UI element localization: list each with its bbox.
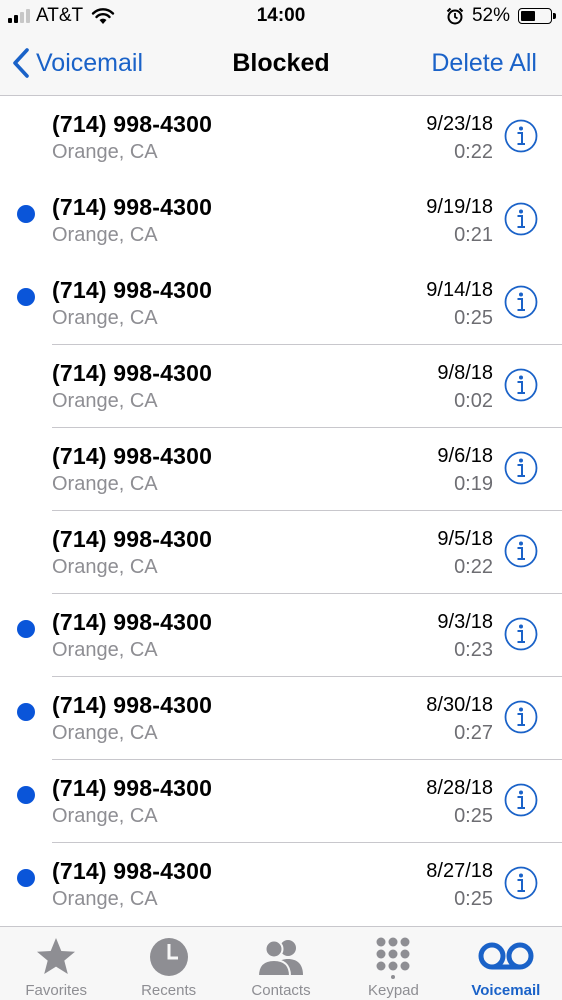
- caller-number: (714) 998-4300: [52, 277, 213, 303]
- voicemail-duration: 0:02: [454, 390, 493, 412]
- tab-label: Keypad: [367, 982, 419, 999]
- voicemail-date: 8/27/18: [426, 860, 493, 882]
- voicemail-date: 9/14/18: [426, 279, 493, 301]
- voicemail-date: 8/30/18: [426, 694, 493, 716]
- voicemail-row[interactable]: (714) 998-4300 Orange, CA 9/19/18 0:21: [0, 179, 562, 262]
- voicemail-duration: 0:25: [454, 307, 493, 329]
- clock-icon: [149, 938, 188, 976]
- voicemail-row[interactable]: (714) 998-4300 Orange, CA 9/14/18 0:25: [0, 262, 562, 345]
- tab-label: Contacts: [251, 982, 311, 999]
- tab-bar: Favorites Recents Contacts Keypad Voicem…: [0, 926, 562, 1000]
- caller-number: (714) 998-4300: [52, 858, 213, 884]
- voicemail-list: (714) 998-4300 Orange, CA 9/23/18 0:22 (714)…: [0, 96, 562, 926]
- voicemail-duration: 0:22: [454, 556, 493, 578]
- wifi-icon: [91, 8, 115, 24]
- caller-number: (714) 998-4300: [52, 443, 213, 469]
- caller-number: (714) 998-4300: [52, 111, 213, 137]
- voicemail-row[interactable]: (714) 998-4300 Orange, CA 9/23/18 0:22: [0, 96, 562, 179]
- voicemail-row[interactable]: (714) 998-4300 Orange, CA 9/8/18 0:02: [0, 345, 562, 428]
- info-icon[interactable]: [504, 368, 538, 402]
- caller-number: (714) 998-4300: [52, 609, 213, 635]
- caller-location: Orange, CA: [52, 307, 158, 329]
- unread-indicator: [17, 703, 35, 721]
- tab-contacts[interactable]: Contacts: [225, 927, 337, 1000]
- info-icon[interactable]: [504, 783, 538, 817]
- chevron-left-icon: [13, 48, 29, 78]
- voicemail-row[interactable]: (714) 998-4300 Orange, CA 9/5/18 0:22: [0, 511, 562, 594]
- voicemail-date: 9/5/18: [437, 528, 493, 550]
- caller-number: (714) 998-4300: [52, 775, 213, 801]
- voicemail-row[interactable]: (714) 998-4300 Orange, CA 8/27/18 0:25: [0, 843, 562, 926]
- battery-percent: 52%: [471, 5, 510, 26]
- keypad-icon: [376, 937, 410, 979]
- voicemail-date: 8/28/18: [426, 777, 493, 799]
- info-icon[interactable]: [504, 866, 538, 900]
- voicemail-icon: [478, 942, 534, 970]
- tab-keypad[interactable]: Keypad: [337, 927, 449, 1000]
- caller-location: Orange, CA: [52, 805, 158, 827]
- unread-indicator: [17, 869, 35, 887]
- caller-location: Orange, CA: [52, 390, 158, 412]
- voicemail-duration: 0:27: [454, 722, 493, 744]
- contacts-icon: [257, 939, 304, 977]
- back-button-label: Voicemail: [36, 48, 143, 77]
- voicemail-date: 9/23/18: [426, 113, 493, 135]
- info-icon[interactable]: [504, 534, 538, 568]
- carrier-name: AT&T: [36, 5, 84, 26]
- back-button[interactable]: Voicemail: [10, 46, 143, 80]
- info-icon[interactable]: [504, 285, 538, 319]
- voicemail-date: 9/8/18: [437, 362, 493, 384]
- info-icon[interactable]: [504, 617, 538, 651]
- battery-icon: [518, 8, 556, 24]
- battery-level: [521, 11, 535, 21]
- status-bar: AT&T 14:00 52%: [0, 0, 562, 34]
- tab-recents[interactable]: Recents: [112, 927, 224, 1000]
- caller-number: (714) 998-4300: [52, 526, 213, 552]
- voicemail-row[interactable]: (714) 998-4300 Orange, CA 8/28/18 0:25: [0, 760, 562, 843]
- voicemail-row[interactable]: (714) 998-4300 Orange, CA 8/30/18 0:27: [0, 677, 562, 760]
- tab-voicemail[interactable]: Voicemail: [450, 927, 562, 1000]
- alarm-icon: [446, 7, 464, 25]
- voicemail-row[interactable]: (714) 998-4300 Orange, CA 9/6/18 0:19: [0, 428, 562, 511]
- caller-location: Orange, CA: [52, 639, 158, 661]
- unread-indicator: [17, 786, 35, 804]
- caller-number: (714) 998-4300: [52, 194, 213, 220]
- voicemail-duration: 0:21: [454, 224, 493, 246]
- info-icon[interactable]: [504, 119, 538, 153]
- voicemail-duration: 0:25: [454, 888, 493, 910]
- voicemail-duration: 0:25: [454, 805, 493, 827]
- unread-indicator: [17, 205, 35, 223]
- voicemail-row[interactable]: (714) 998-4300 Orange, CA 9/3/18 0:23: [0, 594, 562, 677]
- signal-icon: [8, 9, 30, 23]
- unread-indicator: [17, 620, 35, 638]
- voicemail-duration: 0:22: [454, 141, 493, 163]
- voicemail-date: 9/3/18: [437, 611, 493, 633]
- caller-location: Orange, CA: [52, 722, 158, 744]
- caller-number: (714) 998-4300: [52, 360, 213, 386]
- tab-label: Favorites: [25, 982, 88, 999]
- voicemail-duration: 0:19: [454, 473, 493, 495]
- info-icon[interactable]: [504, 700, 538, 734]
- caller-number: (714) 998-4300: [52, 692, 213, 718]
- tab-label: Voicemail: [471, 982, 541, 999]
- caller-location: Orange, CA: [52, 141, 158, 163]
- tab-label: Recents: [141, 982, 197, 999]
- delete-all-button[interactable]: Delete All: [431, 46, 537, 80]
- navigation-bar: Voicemail Blocked Delete All: [0, 34, 562, 96]
- info-icon[interactable]: [504, 451, 538, 485]
- info-icon[interactable]: [504, 202, 538, 236]
- caller-location: Orange, CA: [52, 224, 158, 246]
- unread-indicator: [17, 288, 35, 306]
- status-left: AT&T: [8, 4, 115, 28]
- tab-favorites[interactable]: Favorites: [0, 927, 112, 1000]
- caller-location: Orange, CA: [52, 473, 158, 495]
- voicemail-date: 9/19/18: [426, 196, 493, 218]
- voicemail-date: 9/6/18: [437, 445, 493, 467]
- status-right: 52%: [446, 4, 556, 28]
- star-icon: [37, 938, 76, 974]
- voicemail-duration: 0:23: [454, 639, 493, 661]
- caller-location: Orange, CA: [52, 556, 158, 578]
- caller-location: Orange, CA: [52, 888, 158, 910]
